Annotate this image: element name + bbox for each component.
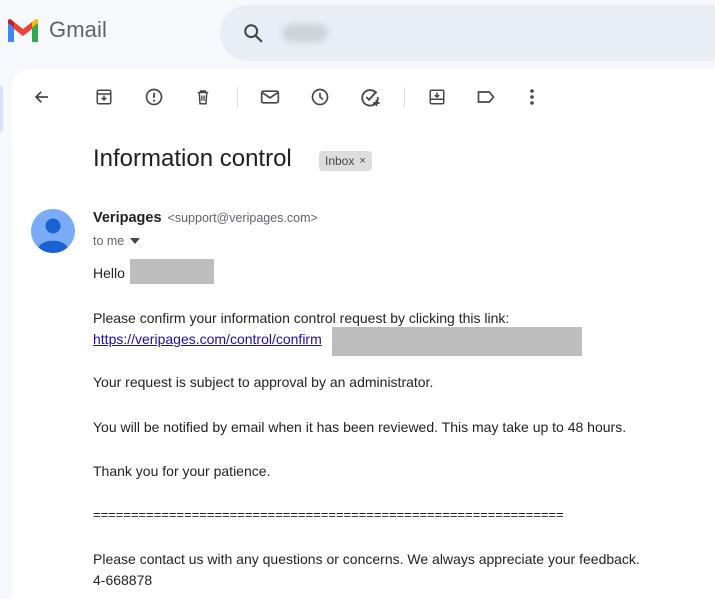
recipient-details-toggle[interactable]: to me: [93, 234, 141, 248]
redacted-name: [130, 259, 214, 284]
remove-label-icon[interactable]: ×: [359, 155, 365, 167]
sender-avatar[interactable]: [31, 209, 75, 253]
body-divider: ========================================…: [93, 507, 564, 522]
redacted-link-token: [332, 327, 582, 356]
back-arrow-icon[interactable]: [30, 85, 54, 109]
search-icon[interactable]: [242, 22, 264, 44]
gmail-m-icon: [8, 18, 38, 42]
move-to-icon[interactable]: [425, 85, 449, 109]
person-icon: [31, 209, 75, 253]
sender-line: Veripages <support@veripages.com>: [93, 210, 318, 226]
confirm-link[interactable]: https://veripages.com/control/confirm: [93, 331, 322, 347]
body-line-contact: Please contact us with any questions or …: [93, 551, 640, 567]
app-name: Gmail: [49, 17, 107, 42]
more-options-icon[interactable]: [520, 85, 544, 109]
sender-name[interactable]: Veripages: [93, 210, 162, 226]
label-icon[interactable]: [474, 85, 498, 109]
search-query-blurred: [282, 24, 328, 42]
body-reference-number: 4-668878: [93, 572, 153, 588]
body-line-link-row: https://veripages.com/control/confirm: [93, 331, 322, 347]
dropdown-arrow-icon: [130, 238, 141, 244]
inbox-label-chip[interactable]: Inbox ×: [319, 151, 372, 171]
label-chip-text: Inbox: [325, 154, 355, 168]
delete-icon[interactable]: [191, 85, 215, 109]
add-task-icon[interactable]: [358, 85, 382, 109]
greeting: Hello: [93, 265, 125, 281]
toolbar-divider: [404, 87, 405, 107]
email-subject: Information control: [93, 145, 292, 172]
recipient-text: to me: [93, 234, 125, 248]
side-nav-indicator: [0, 86, 3, 132]
sender-email: <support@veripages.com>: [167, 211, 318, 225]
mark-unread-icon[interactable]: [258, 85, 282, 109]
body-line-confirm: Please confirm your information control …: [93, 310, 510, 326]
body-line-approval: Your request is subject to approval by a…: [93, 374, 434, 390]
toolbar-divider: [237, 87, 238, 107]
gmail-logo[interactable]: Gmail: [6, 17, 107, 43]
body-line-thanks: Thank you for your patience.: [93, 463, 271, 479]
snooze-icon[interactable]: [308, 85, 332, 109]
report-spam-icon[interactable]: [142, 85, 166, 109]
top-bar: Gmail: [0, 0, 715, 66]
body-line-notify: You will be notified by email when it ha…: [93, 419, 627, 435]
archive-icon[interactable]: [92, 85, 116, 109]
email-view: Information control Inbox × Veripages <s…: [12, 69, 715, 599]
email-toolbar: [12, 69, 712, 125]
search-bar[interactable]: [220, 5, 715, 61]
